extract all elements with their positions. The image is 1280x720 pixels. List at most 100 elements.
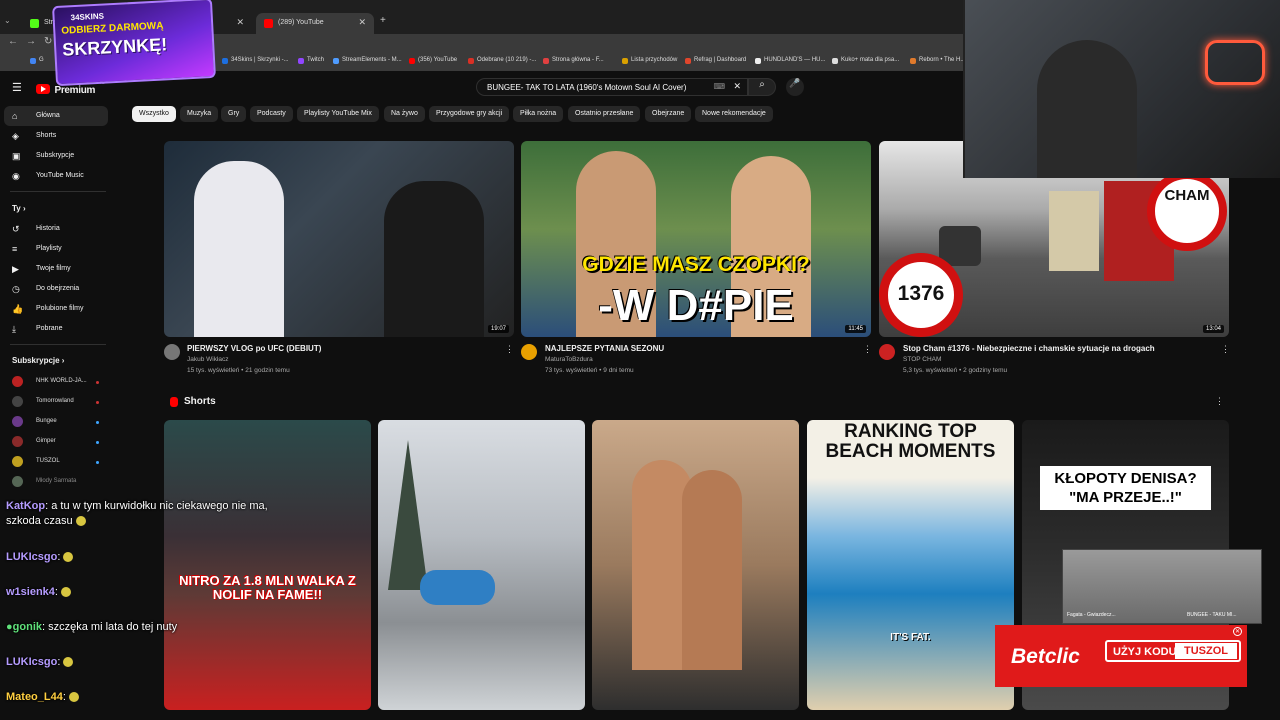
promo-banner[interactable]: 34SKINS ODBIERZ DARMOWĄ SKRZYNKĘ! [52, 0, 216, 87]
chat-dot-icon: ● [6, 621, 13, 633]
chip-watched[interactable]: Obejrzane [645, 106, 692, 122]
forward-icon[interactable]: → [26, 36, 36, 47]
bookmark-item[interactable]: Strona główna - F... [543, 57, 604, 64]
bookmark-item[interactable]: (356) YouTube [409, 57, 457, 64]
video-title[interactable]: Stop Cham #1376 - Niebezpieczne i chamsk… [903, 344, 1155, 353]
bookmark-item[interactable]: Refrag | Dashboard [685, 57, 746, 64]
short-overlay-text: KŁOPOTY DENISA? "MA PRZEJE..!" [1040, 466, 1211, 510]
search-input[interactable]: BUNGEE- TAK TO LATA (1960's Motown Soul … [476, 78, 748, 96]
new-content-dot [96, 441, 99, 444]
bookmark-item[interactable]: StreamElements - M... [333, 57, 402, 64]
channel-avatar [12, 456, 23, 467]
subscription-item[interactable]: Gimper [0, 432, 110, 452]
webcam-overlay [963, 0, 1280, 178]
channel-avatar [12, 476, 23, 487]
bookmark-item[interactable]: Kuko+ mata dla psa... [832, 57, 899, 64]
chip-games[interactable]: Gry [221, 106, 247, 122]
close-tab-icon[interactable]: ✕ [358, 17, 366, 28]
chip-football[interactable]: Piłka nożna [513, 106, 564, 122]
channel-avatar[interactable] [164, 344, 180, 360]
chip-live[interactable]: Na żywo [384, 106, 425, 122]
video-title[interactable]: NAJLEPSZE PYTANIA SEZONU [545, 344, 664, 353]
sidebar-item-your-videos[interactable]: ▶ Twoje filmy [0, 259, 110, 279]
betclic-ad[interactable]: Betclic UŻYJ KODU TUSZOL ✕ [995, 625, 1247, 687]
subscription-item[interactable]: Tomorrowland [0, 392, 110, 412]
more-options-icon[interactable]: ⋮ [863, 344, 872, 355]
tab-youtube[interactable]: (289) YouTube ✕ [256, 13, 374, 34]
truck-figure [1049, 191, 1099, 271]
reload-icon[interactable]: ↻ [44, 36, 52, 47]
kick-icon [30, 19, 39, 28]
short-item[interactable]: NITRO ZA 1.8 MLN WALKA Z NOLIF NA FAME!! [164, 420, 371, 710]
short-item[interactable] [592, 420, 799, 710]
back-icon[interactable]: ← [8, 36, 18, 47]
channel-name[interactable]: STOP CHAM [903, 356, 941, 363]
bookmark-item[interactable]: Lista przychodów [622, 57, 677, 64]
sidebar-item-watch-later[interactable]: ◷ Do obejrzenia [0, 279, 110, 299]
more-options-icon[interactable]: ⋮ [1215, 396, 1224, 407]
sidebar-item-downloads[interactable]: ⤓ Pobrane [0, 319, 110, 339]
new-tab-button[interactable]: + [380, 15, 386, 26]
sidebar-item-home[interactable]: ⌂ Główna [4, 106, 108, 126]
short-item[interactable] [378, 420, 585, 710]
tab-list-icon[interactable]: ⌄ [4, 16, 11, 25]
chip-mix[interactable]: Playlisty YouTube Mix [297, 106, 379, 122]
subscription-item[interactable]: Młody Sarmata [0, 472, 110, 492]
chat-message: w1sienk4: [6, 586, 72, 598]
menu-icon[interactable]: ☰ [12, 81, 22, 94]
cham-sign: CHAM [1147, 171, 1227, 251]
subscription-item[interactable]: TUSZOL [0, 452, 110, 472]
section-you[interactable]: Ty › [12, 204, 26, 213]
sidebar-item-music[interactable]: ◉ YouTube Music [0, 166, 110, 186]
shorts-icon [170, 397, 178, 407]
close-tab-icon[interactable]: ✕ [236, 17, 244, 28]
video-thumbnail[interactable]: GDZIE MASZ CZOPKI? -W D#PIE 11:45 [521, 141, 871, 337]
short-item[interactable]: RANKING TOP BEACH MOMENTS IT'S FAT. [807, 420, 1014, 710]
your-videos-icon: ▶ [12, 264, 19, 274]
bookmark-item[interactable]: 34Skins | Skrzynki -... [222, 57, 289, 64]
sidebar-item-subscriptions[interactable]: ▣ Subskrypcje [0, 146, 110, 166]
channel-avatar[interactable] [521, 344, 537, 360]
thumbnail-overlay-text: -W D#PIE [598, 281, 794, 330]
music-icon: ◉ [12, 171, 20, 181]
chip-all[interactable]: Wszystko [132, 106, 176, 122]
chip-new-recommendations[interactable]: Nowe rekomendacje [695, 106, 773, 122]
sidebar-item-playlists[interactable]: ≡ Playlisty [0, 239, 110, 259]
bookmark-item[interactable]: Odebrane (10 219) -... [468, 57, 536, 64]
favicon-icon [333, 58, 339, 64]
clear-search-icon[interactable]: ✕ [733, 81, 741, 92]
chip-podcasts[interactable]: Podcasty [250, 106, 293, 122]
short-overlay-subtext: IT'S FAT. [890, 632, 931, 643]
keyboard-icon[interactable]: ⌨ [713, 82, 725, 91]
emote-icon [63, 657, 74, 668]
chip-music[interactable]: Muzyka [180, 106, 219, 122]
chip-action-adventure[interactable]: Przygodowe gry akcji [429, 106, 510, 122]
bookmark-google[interactable]: G [30, 57, 44, 64]
channel-avatar[interactable] [879, 344, 895, 360]
bookmark-item[interactable]: Twitch [298, 57, 324, 64]
channel-name[interactable]: Jakub Wikłacz [187, 356, 229, 363]
video-title[interactable]: PIERWSZY VLOG po UFC (DEBIUT) [187, 344, 321, 353]
download-icon: ⤓ [12, 324, 16, 334]
bookmark-item[interactable]: Reborn • The H... [910, 57, 965, 64]
mini-player[interactable]: Fagata - Gwiazdecz... BUNGEE - TAKU MI..… [1062, 549, 1262, 624]
video-thumbnail[interactable]: 19:07 [164, 141, 514, 337]
sidebar-item-liked[interactable]: 👍 Polubione filmy [0, 299, 110, 319]
bookmark-item[interactable]: HUNDLAND'S — HU... [755, 57, 826, 64]
person-figure [682, 470, 742, 670]
search-button[interactable]: ⌕ [748, 78, 776, 96]
subscription-item[interactable]: Bungee [0, 412, 110, 432]
chip-recently-uploaded[interactable]: Ostatnio przesłane [568, 106, 641, 122]
voice-search-button[interactable]: 🎤 [786, 78, 804, 96]
sidebar-item-history[interactable]: ↺ Historia [0, 219, 110, 239]
channel-name[interactable]: MaturaToBzdura [545, 356, 593, 363]
more-options-icon[interactable]: ⋮ [1221, 344, 1230, 355]
favicon-icon [755, 58, 761, 64]
subscription-item[interactable]: NHK WORLD-JA... [0, 372, 110, 392]
sidebar-item-shorts[interactable]: ◈ Shorts [0, 126, 110, 146]
live-indicator [96, 381, 99, 384]
close-ad-icon[interactable]: ✕ [1233, 627, 1242, 636]
channel-avatar [12, 396, 23, 407]
section-subscriptions[interactable]: Subskrypcje › [12, 356, 64, 365]
more-options-icon[interactable]: ⋮ [505, 344, 514, 355]
